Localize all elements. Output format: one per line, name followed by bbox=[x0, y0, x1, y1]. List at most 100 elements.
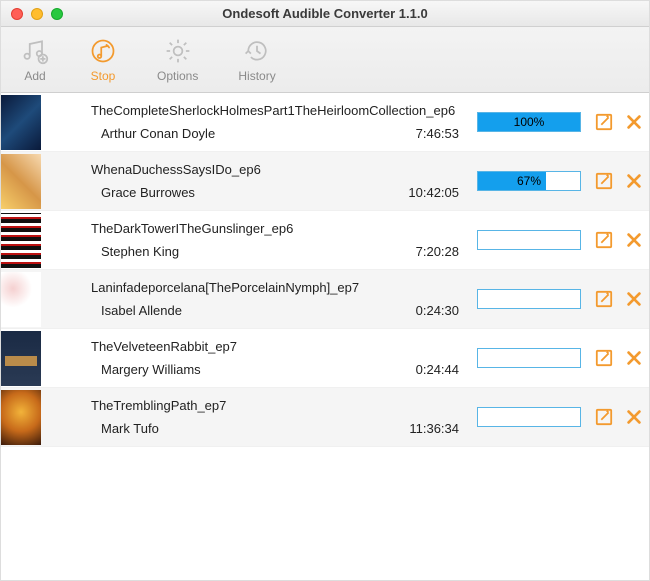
delete-icon[interactable] bbox=[625, 290, 643, 308]
cover-art bbox=[1, 154, 41, 209]
progress-cell: 67% bbox=[469, 152, 589, 210]
item-author: Mark Tufo bbox=[91, 421, 159, 436]
item-duration: 0:24:30 bbox=[416, 303, 459, 318]
item-bottom-line: Isabel Allende 0:24:30 bbox=[91, 303, 469, 318]
item-info: TheCompleteSherlockHolmesPart1TheHeirloo… bbox=[41, 93, 469, 151]
item-author: Isabel Allende bbox=[91, 303, 182, 318]
item-info: TheVelveteenRabbit_ep7 Margery Williams 0:… bbox=[41, 329, 469, 387]
add-music-icon bbox=[21, 37, 49, 65]
cover-art bbox=[1, 390, 41, 445]
item-duration: 11:36:34 bbox=[409, 421, 459, 436]
item-info: TheDarkTowerITheGunslinger_ep6 Stephen Ki… bbox=[41, 211, 469, 269]
delete-cell bbox=[619, 152, 649, 210]
edit-cell bbox=[589, 388, 619, 446]
edit-cell bbox=[589, 270, 619, 328]
toolbar: Add Stop Options History bbox=[1, 27, 649, 93]
progress-label bbox=[478, 408, 580, 426]
edit-icon[interactable] bbox=[595, 113, 613, 131]
window-title: Ondesoft Audible Converter 1.1.0 bbox=[1, 6, 649, 21]
item-author: Grace Burrowes bbox=[91, 185, 195, 200]
item-duration: 0:24:44 bbox=[416, 362, 459, 377]
add-label: Add bbox=[24, 69, 45, 83]
delete-icon[interactable] bbox=[625, 231, 643, 249]
item-info: Laninfadeporcelana[ThePorcelainNymph]_ep… bbox=[41, 270, 469, 328]
list-item[interactable]: WhenaDuchessSaysIDo_ep6 Grace Burrowes 10:… bbox=[1, 152, 649, 211]
add-button[interactable]: Add bbox=[21, 37, 49, 83]
cover-art bbox=[1, 95, 41, 150]
item-title: WhenaDuchessSaysIDo_ep6 bbox=[91, 162, 469, 177]
edit-icon[interactable] bbox=[595, 290, 613, 308]
progress-label bbox=[478, 290, 580, 308]
list-item[interactable]: TheTremblingPath_ep7 Mark Tufo 11:36:34 bbox=[1, 388, 649, 447]
minimize-window-icon[interactable] bbox=[31, 8, 43, 20]
list-item[interactable]: TheDarkTowerITheGunslinger_ep6 Stephen Ki… bbox=[1, 211, 649, 270]
item-author: Stephen King bbox=[91, 244, 179, 259]
item-title: TheVelveteenRabbit_ep7 bbox=[91, 339, 469, 354]
item-bottom-line: Mark Tufo 11:36:34 bbox=[91, 421, 469, 436]
item-bottom-line: Arthur Conan Doyle 7:46:53 bbox=[91, 126, 469, 141]
cover-art bbox=[1, 272, 41, 327]
cover-art bbox=[1, 331, 41, 386]
edit-cell bbox=[589, 329, 619, 387]
file-list: TheCompleteSherlockHolmesPart1TheHeirloo… bbox=[1, 93, 649, 447]
item-duration: 7:20:28 bbox=[416, 244, 459, 259]
progress-cell: 100% bbox=[469, 93, 589, 151]
cover-art bbox=[1, 213, 41, 268]
edit-icon[interactable] bbox=[595, 349, 613, 367]
edit-icon[interactable] bbox=[595, 408, 613, 426]
list-item[interactable]: Laninfadeporcelana[ThePorcelainNymph]_ep… bbox=[1, 270, 649, 329]
progress-bar bbox=[477, 289, 581, 309]
item-bottom-line: Margery Williams 0:24:44 bbox=[91, 362, 469, 377]
progress-cell bbox=[469, 329, 589, 387]
item-duration: 7:46:53 bbox=[416, 126, 459, 141]
close-window-icon[interactable] bbox=[11, 8, 23, 20]
delete-cell bbox=[619, 93, 649, 151]
delete-icon[interactable] bbox=[625, 113, 643, 131]
options-label: Options bbox=[157, 69, 198, 83]
stop-button[interactable]: Stop bbox=[89, 37, 117, 83]
delete-cell bbox=[619, 388, 649, 446]
delete-cell bbox=[619, 270, 649, 328]
progress-bar: 100% bbox=[477, 112, 581, 132]
edit-icon[interactable] bbox=[595, 172, 613, 190]
item-bottom-line: Grace Burrowes 10:42:05 bbox=[91, 185, 469, 200]
item-author: Margery Williams bbox=[91, 362, 201, 377]
progress-bar bbox=[477, 348, 581, 368]
item-bottom-line: Stephen King 7:20:28 bbox=[91, 244, 469, 259]
progress-label bbox=[478, 349, 580, 367]
options-button[interactable]: Options bbox=[157, 37, 198, 83]
progress-bar bbox=[477, 407, 581, 427]
delete-icon[interactable] bbox=[625, 172, 643, 190]
progress-cell bbox=[469, 388, 589, 446]
zoom-window-icon[interactable] bbox=[51, 8, 63, 20]
item-title: TheCompleteSherlockHolmesPart1TheHeirloo… bbox=[91, 103, 469, 118]
progress-bar bbox=[477, 230, 581, 250]
progress-label: 67% bbox=[478, 172, 580, 190]
window-controls bbox=[1, 8, 63, 20]
history-button[interactable]: History bbox=[238, 37, 275, 83]
item-title: TheTremblingPath_ep7 bbox=[91, 398, 469, 413]
list-item[interactable]: TheVelveteenRabbit_ep7 Margery Williams 0:… bbox=[1, 329, 649, 388]
item-title: TheDarkTowerITheGunslinger_ep6 bbox=[91, 221, 469, 236]
edit-cell bbox=[589, 152, 619, 210]
progress-bar: 67% bbox=[477, 171, 581, 191]
titlebar: Ondesoft Audible Converter 1.1.0 bbox=[1, 1, 649, 27]
item-duration: 10:42:05 bbox=[408, 185, 459, 200]
progress-label: 100% bbox=[478, 113, 580, 131]
list-item[interactable]: TheCompleteSherlockHolmesPart1TheHeirloo… bbox=[1, 93, 649, 152]
gear-icon bbox=[164, 37, 192, 65]
delete-icon[interactable] bbox=[625, 408, 643, 426]
delete-cell bbox=[619, 211, 649, 269]
stop-icon bbox=[89, 37, 117, 65]
item-title: Laninfadeporcelana[ThePorcelainNymph]_ep… bbox=[91, 280, 469, 295]
item-info: WhenaDuchessSaysIDo_ep6 Grace Burrowes 10:… bbox=[41, 152, 469, 210]
item-author: Arthur Conan Doyle bbox=[91, 126, 215, 141]
progress-cell bbox=[469, 270, 589, 328]
stop-label: Stop bbox=[91, 69, 116, 83]
history-icon bbox=[243, 37, 271, 65]
edit-icon[interactable] bbox=[595, 231, 613, 249]
progress-label bbox=[478, 231, 580, 249]
progress-cell bbox=[469, 211, 589, 269]
delete-icon[interactable] bbox=[625, 349, 643, 367]
item-info: TheTremblingPath_ep7 Mark Tufo 11:36:34 bbox=[41, 388, 469, 446]
